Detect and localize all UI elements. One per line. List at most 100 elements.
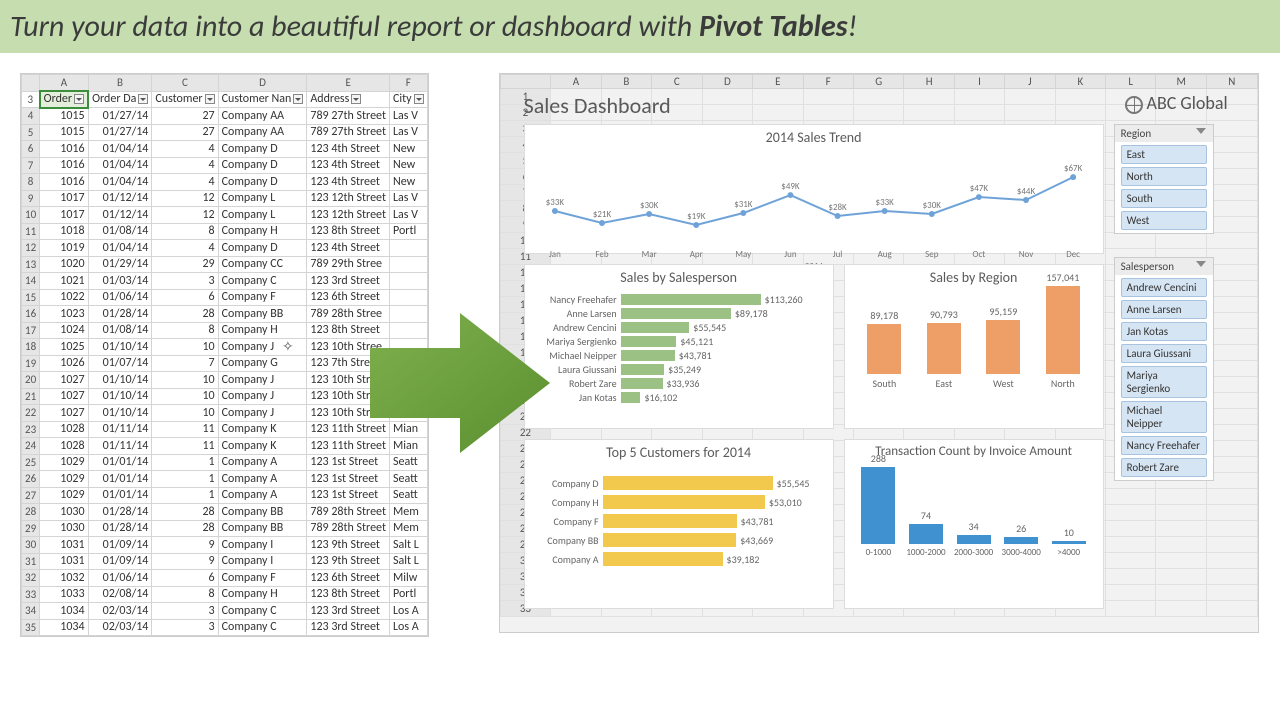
cell[interactable]: 1 — [152, 487, 218, 504]
row-number[interactable]: 15 — [22, 289, 40, 306]
cell[interactable]: 1027 — [40, 388, 88, 405]
cell[interactable]: 01/04/14 — [88, 240, 152, 257]
slicer-item[interactable]: Michael Neipper — [1121, 401, 1207, 433]
cell[interactable]: 789 29th Stree — [307, 256, 390, 273]
row-number[interactable]: 12 — [22, 240, 40, 257]
cell[interactable]: 123 1st Street — [307, 471, 390, 488]
row-number[interactable]: 19 — [22, 355, 40, 372]
field-header[interactable]: City — [389, 91, 427, 108]
cell[interactable]: 02/03/14 — [88, 619, 152, 636]
cell[interactable]: 123 1st Street — [307, 487, 390, 504]
cell[interactable]: 01/29/14 — [88, 256, 152, 273]
cell[interactable]: Las V — [389, 124, 427, 141]
cell[interactable]: 27 — [152, 108, 218, 125]
cell[interactable]: 123 4th Street — [307, 157, 390, 174]
cell[interactable]: Portl — [389, 223, 427, 240]
slicer-item[interactable]: Mariya Sergienko — [1121, 366, 1207, 398]
cell[interactable]: Company F — [218, 289, 307, 306]
cell[interactable]: 1030 — [40, 520, 88, 537]
cell[interactable]: 4 — [152, 141, 218, 158]
cell[interactable]: 1017 — [40, 207, 88, 224]
cell[interactable]: Company A — [218, 454, 307, 471]
cell[interactable]: 1016 — [40, 141, 88, 158]
cell[interactable]: 01/10/14 — [88, 405, 152, 422]
col-header[interactable]: F — [803, 75, 853, 89]
cell[interactable]: 01/06/14 — [88, 570, 152, 587]
cell[interactable]: Company I — [218, 537, 307, 554]
cell[interactable]: 10 — [152, 339, 218, 356]
cell[interactable]: 1018 — [40, 223, 88, 240]
cell[interactable]: 1024 — [40, 322, 88, 339]
cell[interactable] — [389, 256, 427, 273]
cell[interactable]: 01/09/14 — [88, 537, 152, 554]
cell[interactable]: 3 — [152, 273, 218, 290]
row-number[interactable]: 3 — [22, 91, 40, 108]
col-header[interactable]: D — [702, 75, 752, 89]
cell[interactable]: 1015 — [40, 108, 88, 125]
col-header[interactable]: A — [551, 75, 601, 89]
col-header[interactable]: H — [904, 75, 954, 89]
cell[interactable]: 1016 — [40, 174, 88, 191]
cell[interactable]: 789 28th Street — [307, 504, 390, 521]
cell[interactable]: Company A — [218, 487, 307, 504]
cell[interactable]: 6 — [152, 570, 218, 587]
cell[interactable]: Company I — [218, 553, 307, 570]
cell[interactable]: Company C — [218, 273, 307, 290]
cell[interactable]: Company H — [218, 223, 307, 240]
slicer-item[interactable]: Andrew Cencini — [1121, 278, 1207, 297]
cell[interactable]: 9 — [152, 553, 218, 570]
cell[interactable]: 123 8th Street — [307, 223, 390, 240]
cell[interactable]: Company J — [218, 388, 307, 405]
cell[interactable]: 1017 — [40, 190, 88, 207]
filter-icon[interactable] — [1195, 127, 1207, 139]
slicer-item[interactable]: South — [1121, 189, 1207, 208]
cell[interactable]: Seatt — [389, 471, 427, 488]
row-number[interactable]: 5 — [22, 124, 40, 141]
cell[interactable]: Seatt — [389, 454, 427, 471]
slicer-item[interactable]: West — [1121, 211, 1207, 230]
cell[interactable]: Company AA — [218, 108, 307, 125]
cell[interactable]: 8 — [152, 322, 218, 339]
cell[interactable]: 1032 — [40, 570, 88, 587]
col-header[interactable]: E — [753, 75, 803, 89]
col-header[interactable]: F — [389, 75, 427, 92]
slicer-item[interactable]: Nancy Freehafer — [1121, 436, 1207, 455]
row-number[interactable]: 23 — [22, 421, 40, 438]
cell[interactable]: 4 — [152, 174, 218, 191]
cell[interactable]: Seatt — [389, 487, 427, 504]
row-number[interactable]: 33 — [22, 586, 40, 603]
cell[interactable]: 123 4th Street — [307, 174, 390, 191]
col-header[interactable]: A — [40, 75, 88, 92]
cell[interactable]: 01/07/14 — [88, 355, 152, 372]
cell[interactable]: 123 12th Street — [307, 190, 390, 207]
col-header[interactable]: G — [853, 75, 903, 89]
cell[interactable] — [389, 289, 427, 306]
cell[interactable]: Company D — [218, 141, 307, 158]
cell[interactable]: Las V — [389, 108, 427, 125]
col-header[interactable]: J — [1005, 75, 1055, 89]
cell[interactable]: 01/01/14 — [88, 487, 152, 504]
cell[interactable]: 28 — [152, 520, 218, 537]
cell[interactable]: Company CC — [218, 256, 307, 273]
cell[interactable]: 789 28th Street — [307, 520, 390, 537]
cell[interactable]: Company J — [218, 372, 307, 389]
cell[interactable] — [389, 240, 427, 257]
row-number[interactable]: 21 — [22, 388, 40, 405]
cell[interactable]: 7 — [152, 355, 218, 372]
row-number[interactable]: 31 — [22, 553, 40, 570]
cell[interactable]: 1 — [152, 454, 218, 471]
cell[interactable]: 8 — [152, 586, 218, 603]
cell[interactable]: Salt L — [389, 537, 427, 554]
row-number[interactable]: 8 — [22, 174, 40, 191]
cell[interactable]: 11 — [152, 438, 218, 455]
filter-dropdown-icon[interactable] — [414, 94, 424, 104]
row-number[interactable]: 34 — [22, 603, 40, 620]
cell[interactable]: Mem — [389, 504, 427, 521]
cell[interactable]: 01/12/14 — [88, 190, 152, 207]
cell[interactable]: 3 — [152, 603, 218, 620]
col-header[interactable]: C — [652, 75, 702, 89]
cell[interactable]: Company K — [218, 421, 307, 438]
cell[interactable]: Milw — [389, 570, 427, 587]
cell[interactable]: Company BB — [218, 520, 307, 537]
cell[interactable]: 01/28/14 — [88, 504, 152, 521]
